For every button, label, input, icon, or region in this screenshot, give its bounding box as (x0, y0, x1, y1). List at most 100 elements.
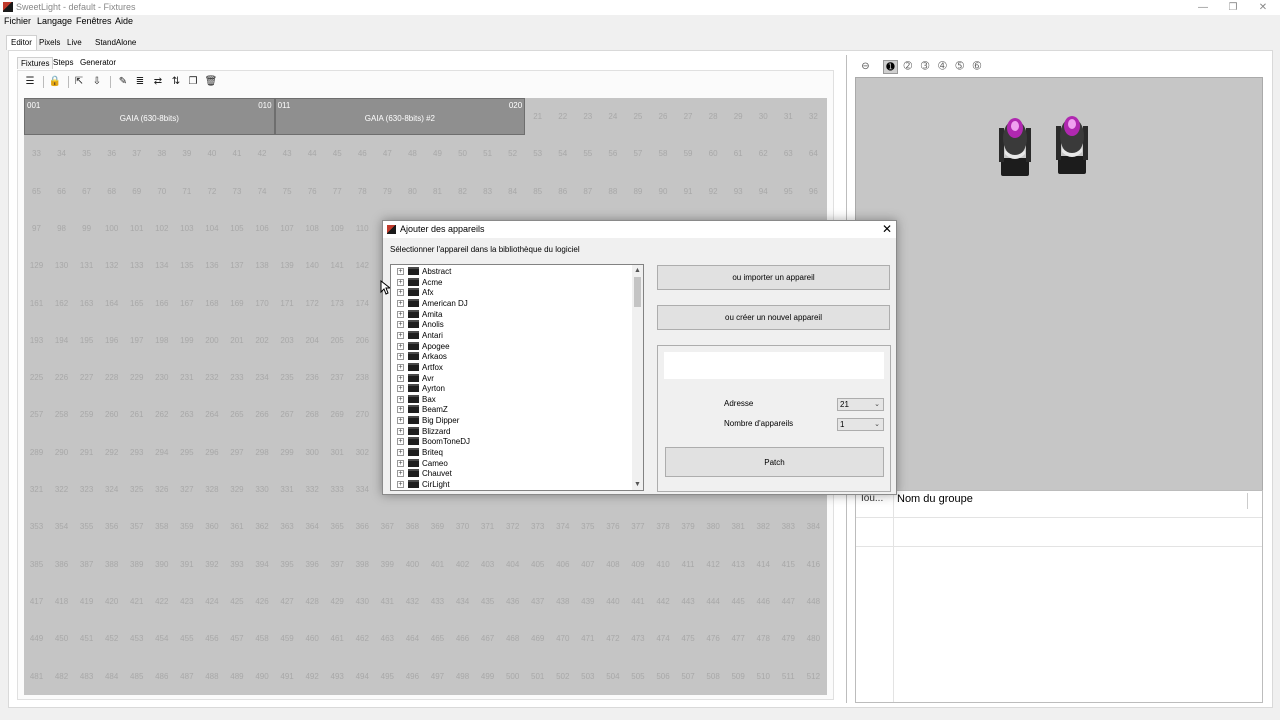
dmx-cell[interactable]: 375 (575, 508, 600, 545)
dmx-cell[interactable]: 92 (701, 173, 726, 210)
dmx-cell[interactable]: 420 (99, 583, 124, 620)
tree-item[interactable]: + Chauvet (397, 468, 627, 479)
dmx-cell[interactable]: 474 (651, 620, 676, 657)
dmx-cell[interactable]: 257 (24, 396, 49, 433)
dmx-cell[interactable]: 444 (701, 583, 726, 620)
copy-icon[interactable]: ❐ (186, 74, 200, 90)
dmx-cell[interactable]: 423 (174, 583, 199, 620)
dmx-cell[interactable]: 503 (575, 658, 600, 695)
dmx-cell[interactable]: 203 (275, 322, 300, 359)
view-6-button[interactable]: ➅ (970, 60, 985, 74)
dmx-cell[interactable]: 205 (325, 322, 350, 359)
tab-live[interactable]: Live (63, 36, 86, 50)
dmx-cell[interactable]: 132 (99, 247, 124, 284)
dmx-cell[interactable]: 496 (400, 658, 425, 695)
dmx-cell[interactable]: 431 (375, 583, 400, 620)
dmx-cell[interactable]: 363 (275, 508, 300, 545)
menu-fenetres[interactable]: Fenêtres (76, 16, 112, 26)
menu-langage[interactable]: Langage (37, 16, 72, 26)
dmx-cell[interactable]: 79 (375, 173, 400, 210)
dmx-cell[interactable]: 384 (801, 508, 826, 545)
tree-item[interactable]: + Big Dipper (397, 415, 627, 426)
dmx-cell[interactable]: 292 (99, 434, 124, 471)
import-fixture-button[interactable]: ou importer un appareil (657, 265, 890, 290)
view-1-button[interactable]: ➊ (883, 60, 898, 74)
dmx-cell[interactable]: 365 (325, 508, 350, 545)
dmx-cell[interactable]: 404 (500, 546, 525, 583)
expand-icon[interactable]: + (397, 406, 404, 414)
dmx-cell[interactable]: 82 (450, 173, 475, 210)
dmx-cell[interactable]: 389 (124, 546, 149, 583)
dmx-cell[interactable]: 61 (726, 135, 751, 172)
fixture-block[interactable]: 011 020 GAIA (630-8bits) #2 (274, 98, 526, 136)
dmx-cell[interactable]: 166 (149, 285, 174, 322)
dmx-cell[interactable]: 42 (250, 135, 275, 172)
dmx-cell[interactable]: 429 (325, 583, 350, 620)
dmx-cell[interactable]: 62 (751, 135, 776, 172)
dialog-close-button[interactable]: ✕ (880, 222, 894, 236)
dmx-cell[interactable]: 237 (325, 359, 350, 396)
dmx-cell[interactable]: 371 (475, 508, 500, 545)
dmx-cell[interactable]: 227 (74, 359, 99, 396)
dmx-cell[interactable]: 380 (701, 508, 726, 545)
dmx-cell[interactable]: 259 (74, 396, 99, 433)
dmx-cell[interactable]: 96 (801, 173, 826, 210)
dmx-cell[interactable]: 172 (300, 285, 325, 322)
minimize-button[interactable]: — (1188, 0, 1218, 15)
dmx-cell[interactable]: 228 (99, 359, 124, 396)
dmx-cell[interactable]: 41 (224, 135, 249, 172)
dmx-cell[interactable]: 268 (300, 396, 325, 433)
dmx-cell[interactable]: 162 (49, 285, 74, 322)
restore-button[interactable]: ❐ (1218, 0, 1248, 15)
create-fixture-button[interactable]: ou créer un nouvel appareil (657, 305, 890, 330)
dmx-cell[interactable]: 500 (500, 658, 525, 695)
dmx-cell[interactable]: 28 (701, 98, 726, 135)
dmx-cell[interactable]: 238 (350, 359, 375, 396)
dmx-cell[interactable]: 297 (224, 434, 249, 471)
dmx-cell[interactable]: 480 (801, 620, 826, 657)
dmx-cell[interactable]: 88 (600, 173, 625, 210)
dmx-cell[interactable]: 85 (525, 173, 550, 210)
dmx-cell[interactable]: 409 (625, 546, 650, 583)
dmx-cell[interactable]: 399 (375, 546, 400, 583)
dmx-cell[interactable]: 76 (300, 173, 325, 210)
dmx-cell[interactable]: 460 (300, 620, 325, 657)
swap-icon[interactable]: ⇄ (151, 74, 165, 90)
dmx-cell[interactable]: 142 (350, 247, 375, 284)
dmx-cell[interactable]: 367 (375, 508, 400, 545)
dmx-cell[interactable]: 396 (300, 546, 325, 583)
dmx-cell[interactable]: 436 (500, 583, 525, 620)
dmx-cell[interactable]: 370 (450, 508, 475, 545)
dmx-cell[interactable]: 56 (600, 135, 625, 172)
dmx-cell[interactable]: 68 (99, 173, 124, 210)
dmx-cell[interactable]: 366 (350, 508, 375, 545)
dmx-cell[interactable]: 422 (149, 583, 174, 620)
dmx-cell[interactable]: 30 (751, 98, 776, 135)
dmx-cell[interactable]: 23 (575, 98, 600, 135)
dmx-cell[interactable]: 388 (99, 546, 124, 583)
dmx-cell[interactable]: 377 (625, 508, 650, 545)
tab-generator[interactable]: Generator (77, 57, 119, 68)
dmx-cell[interactable]: 289 (24, 434, 49, 471)
dmx-cell[interactable]: 163 (74, 285, 99, 322)
tree-item[interactable]: + Acme (397, 277, 627, 288)
dmx-cell[interactable]: 479 (776, 620, 801, 657)
dmx-cell[interactable]: 161 (24, 285, 49, 322)
dmx-cell[interactable]: 405 (525, 546, 550, 583)
dmx-cell[interactable]: 334 (350, 471, 375, 508)
dmx-cell[interactable]: 54 (550, 135, 575, 172)
dmx-cell[interactable]: 358 (149, 508, 174, 545)
dmx-cell[interactable]: 83 (475, 173, 500, 210)
dmx-cell[interactable]: 93 (726, 173, 751, 210)
dmx-cell[interactable]: 134 (149, 247, 174, 284)
tree-item[interactable]: + Arkaos (397, 351, 627, 362)
dmx-cell[interactable]: 36 (99, 135, 124, 172)
dmx-cell[interactable]: 167 (174, 285, 199, 322)
dmx-cell[interactable]: 327 (174, 471, 199, 508)
dmx-cell[interactable]: 426 (250, 583, 275, 620)
dmx-cell[interactable]: 140 (300, 247, 325, 284)
tree-item[interactable]: + Anolis (397, 319, 627, 330)
expand-icon[interactable]: + (397, 374, 404, 382)
dmx-cell[interactable]: 485 (124, 658, 149, 695)
dmx-cell[interactable]: 106 (250, 210, 275, 247)
